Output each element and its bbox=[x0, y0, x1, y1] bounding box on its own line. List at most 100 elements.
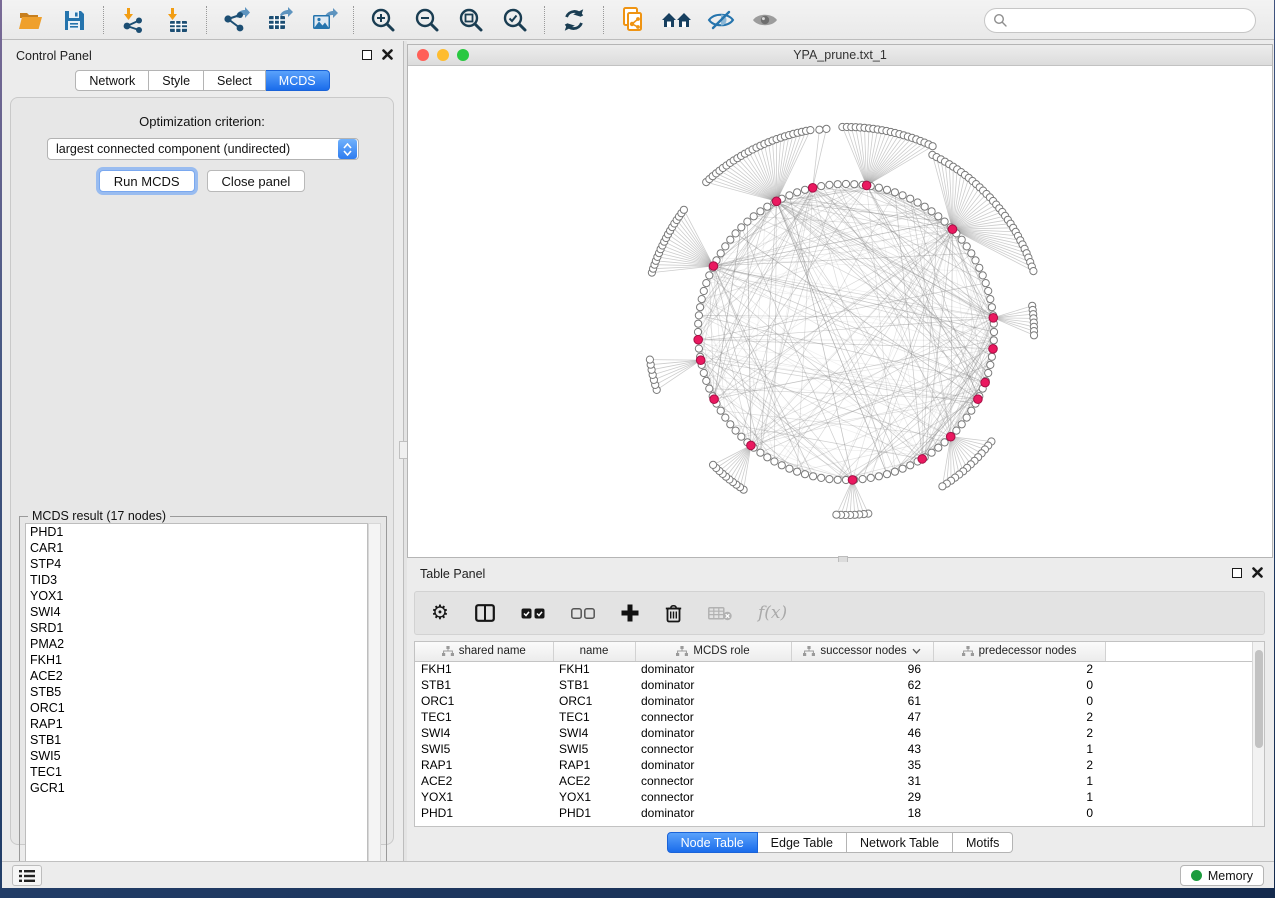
task-history-button[interactable] bbox=[12, 865, 42, 886]
table-cell[interactable]: dominator bbox=[635, 725, 791, 741]
float-panel-icon[interactable] bbox=[362, 50, 372, 60]
export-network-button[interactable] bbox=[216, 4, 256, 36]
table-cell[interactable]: FKH1 bbox=[553, 661, 635, 677]
table-row[interactable]: STB1STB1dominator620 bbox=[415, 677, 1264, 693]
close-table-panel-icon[interactable] bbox=[1252, 567, 1263, 578]
table-row[interactable]: PHD1PHD1dominator180 bbox=[415, 805, 1264, 821]
table-cell[interactable]: 2 bbox=[933, 757, 1105, 773]
hide-selected-button[interactable] bbox=[701, 4, 741, 36]
show-all-button[interactable] bbox=[745, 4, 785, 36]
table-cell[interactable]: dominator bbox=[635, 693, 791, 709]
table-cell[interactable]: SWI5 bbox=[415, 741, 553, 757]
table-cell[interactable]: 46 bbox=[791, 725, 933, 741]
search-input[interactable] bbox=[984, 8, 1256, 33]
mcds-result-scrollbar[interactable] bbox=[368, 523, 381, 872]
table-cell[interactable]: connector bbox=[635, 709, 791, 725]
mcds-result-item[interactable]: STB5 bbox=[26, 684, 367, 700]
memory-button[interactable]: Memory bbox=[1180, 865, 1264, 886]
table-cell[interactable]: TEC1 bbox=[553, 709, 635, 725]
table-cell[interactable]: dominator bbox=[635, 805, 791, 821]
column-header-name[interactable]: name bbox=[553, 642, 635, 661]
export-table-button[interactable] bbox=[260, 4, 300, 36]
table-cell[interactable]: 0 bbox=[933, 677, 1105, 693]
mcds-result-item[interactable]: SRD1 bbox=[26, 620, 367, 636]
mcds-result-list[interactable]: PHD1CAR1STP4TID3YOX1SWI4SRD1PMA2FKH1ACE2… bbox=[25, 523, 368, 872]
import-network-button[interactable] bbox=[113, 4, 153, 36]
network-from-selection-button[interactable] bbox=[613, 4, 653, 36]
zoom-out-button[interactable] bbox=[407, 4, 447, 36]
table-cell[interactable]: 2 bbox=[933, 709, 1105, 725]
save-session-button[interactable] bbox=[54, 4, 94, 36]
table-cell[interactable]: connector bbox=[635, 741, 791, 757]
table-cell[interactable]: 31 bbox=[791, 773, 933, 789]
table-cell[interactable]: 18 bbox=[791, 805, 933, 821]
mcds-result-item[interactable]: STB1 bbox=[26, 732, 367, 748]
open-file-button[interactable] bbox=[10, 4, 50, 36]
deselect-all-button[interactable] bbox=[571, 608, 595, 619]
mcds-result-item[interactable]: ORC1 bbox=[26, 700, 367, 716]
table-cell[interactable]: connector bbox=[635, 773, 791, 789]
table-cell[interactable]: 62 bbox=[791, 677, 933, 693]
table-cell[interactable]: 61 bbox=[791, 693, 933, 709]
table-cell[interactable]: SWI5 bbox=[553, 741, 635, 757]
table-row[interactable]: FKH1FKH1dominator962 bbox=[415, 661, 1264, 677]
table-row[interactable]: ACE2ACE2connector311 bbox=[415, 773, 1264, 789]
table-cell[interactable]: YOX1 bbox=[415, 789, 553, 805]
table-cell[interactable]: ORC1 bbox=[553, 693, 635, 709]
table-cell[interactable]: PHD1 bbox=[553, 805, 635, 821]
tab-network-table[interactable]: Network Table bbox=[847, 832, 953, 853]
show-columns-button[interactable] bbox=[475, 604, 495, 622]
table-cell[interactable]: STB1 bbox=[415, 677, 553, 693]
mcds-result-item[interactable]: PMA2 bbox=[26, 636, 367, 652]
zoom-selected-button[interactable] bbox=[495, 4, 535, 36]
close-panel-button[interactable]: Close panel bbox=[207, 170, 306, 192]
table-cell[interactable]: dominator bbox=[635, 757, 791, 773]
select-all-button[interactable] bbox=[521, 608, 545, 619]
delete-table-button[interactable] bbox=[708, 606, 732, 621]
first-neighbors-button[interactable] bbox=[657, 4, 697, 36]
tab-style[interactable]: Style bbox=[149, 70, 204, 91]
table-cell[interactable]: connector bbox=[635, 789, 791, 805]
table-cell[interactable]: RAP1 bbox=[553, 757, 635, 773]
table-cell[interactable]: 35 bbox=[791, 757, 933, 773]
float-table-panel-icon[interactable] bbox=[1232, 568, 1242, 578]
table-cell[interactable]: 2 bbox=[933, 661, 1105, 677]
add-column-button[interactable] bbox=[621, 604, 639, 622]
table-cell[interactable]: ACE2 bbox=[415, 773, 553, 789]
table-cell[interactable]: 1 bbox=[933, 741, 1105, 757]
import-table-button[interactable] bbox=[157, 4, 197, 36]
table-cell[interactable]: 0 bbox=[933, 805, 1105, 821]
table-row[interactable]: SWI5SWI5connector431 bbox=[415, 741, 1264, 757]
zoom-in-button[interactable] bbox=[363, 4, 403, 36]
column-header-predecessor-nodes[interactable]: predecessor nodes bbox=[933, 642, 1105, 661]
tab-network[interactable]: Network bbox=[75, 70, 149, 91]
table-cell[interactable]: PHD1 bbox=[415, 805, 553, 821]
table-cell[interactable]: dominator bbox=[635, 677, 791, 693]
table-cell[interactable]: YOX1 bbox=[553, 789, 635, 805]
mcds-result-item[interactable]: TID3 bbox=[26, 572, 367, 588]
table-cell[interactable]: 29 bbox=[791, 789, 933, 805]
table-cell[interactable]: TEC1 bbox=[415, 709, 553, 725]
node-table-grid[interactable]: shared namenameMCDS rolesuccessor nodesp… bbox=[415, 642, 1264, 821]
table-cell[interactable]: dominator bbox=[635, 661, 791, 677]
network-canvas-svg[interactable] bbox=[408, 66, 1272, 557]
table-cell[interactable]: 96 bbox=[791, 661, 933, 677]
mcds-result-item[interactable]: ACE2 bbox=[26, 668, 367, 684]
table-scrollbar[interactable] bbox=[1252, 642, 1264, 826]
tab-mcds[interactable]: MCDS bbox=[266, 70, 330, 91]
run-mcds-button[interactable]: Run MCDS bbox=[99, 170, 195, 192]
network-window-titlebar[interactable]: YPA_prune.txt_1 bbox=[408, 45, 1272, 66]
criterion-dropdown[interactable]: largest connected component (undirected) bbox=[47, 138, 359, 160]
mcds-result-item[interactable]: SWI5 bbox=[26, 748, 367, 764]
table-cell[interactable]: 47 bbox=[791, 709, 933, 725]
mcds-result-item[interactable]: CAR1 bbox=[26, 540, 367, 556]
mcds-result-item[interactable]: PHD1 bbox=[26, 524, 367, 540]
table-row[interactable]: YOX1YOX1connector291 bbox=[415, 789, 1264, 805]
tab-motifs[interactable]: Motifs bbox=[953, 832, 1013, 853]
column-header-MCDS-role[interactable]: MCDS role bbox=[635, 642, 791, 661]
mcds-result-item[interactable]: SWI4 bbox=[26, 604, 367, 620]
table-cell[interactable]: ORC1 bbox=[415, 693, 553, 709]
table-cell[interactable]: 1 bbox=[933, 789, 1105, 805]
mcds-result-item[interactable]: STP4 bbox=[26, 556, 367, 572]
network-canvas[interactable] bbox=[408, 66, 1272, 557]
